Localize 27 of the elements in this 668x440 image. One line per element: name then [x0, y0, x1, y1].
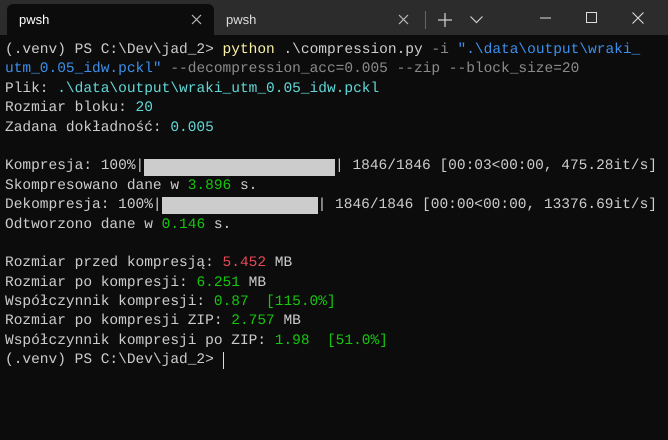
minimize-icon[interactable] [540, 16, 551, 18]
dropdown-icon[interactable] [470, 16, 483, 24]
output-line: Rozmiar po kompresji: 6.251 MB [5, 274, 268, 293]
maximize-icon[interactable] [586, 12, 597, 23]
output-line: Rozmiar po kompresji ZIP: 2.757 MB [5, 312, 302, 332]
output-line: (.venv) PS C:\Dev\jad_2> python .\compression.py -i ".\data\output\wraki_ [5, 41, 642, 60]
progress-label: Dekompresja: 100%| [5, 196, 162, 216]
output-line: Rozmiar bloku: 20 [5, 99, 154, 118]
terminal-tab[interactable]: pwsh [214, 4, 421, 35]
progress-stats: | 1846/1846 [00:00<00:00, 13376.69it/s] [318, 196, 657, 216]
text-cursor [222, 352, 224, 370]
terminal-tab[interactable]: pwsh [7, 4, 214, 35]
close-tab-icon[interactable] [398, 14, 409, 25]
output-line: utm_0.05_idw.pckl" --decompression_acc=0.005 --zip --block_size=20 [5, 60, 580, 80]
new-tab-icon[interactable] [438, 12, 452, 26]
progress-stats: | 1846/1846 [00:03<00:00, 475.28it/s] [335, 157, 657, 176]
prompt-text: (.venv) PS C:\Dev\jad_2> [5, 351, 215, 370]
output-line: Plik: .\data\output\wraki_utm_0.05_idw.pckl [5, 80, 380, 99]
output-line: Współczynnik kompresji po ZIP: 1.98 [51.0%] [5, 332, 389, 351]
output-line: Odtworzono dane w 0.146 s. [5, 216, 232, 235]
output-line: Zadana dokładność: 0.005 [5, 118, 215, 138]
output-line: Współczynnik kompresji: 0.87 [115.0%] [5, 293, 337, 312]
output-line: Skompresowano dane w 3.896 s. [5, 176, 258, 196]
progress-label: Kompresja: 100%| [5, 157, 144, 176]
close-icon[interactable] [632, 12, 644, 24]
close-tab-icon[interactable] [191, 14, 202, 25]
output-line: Rozmiar przed kompresją: 5.452 MB [5, 254, 294, 274]
